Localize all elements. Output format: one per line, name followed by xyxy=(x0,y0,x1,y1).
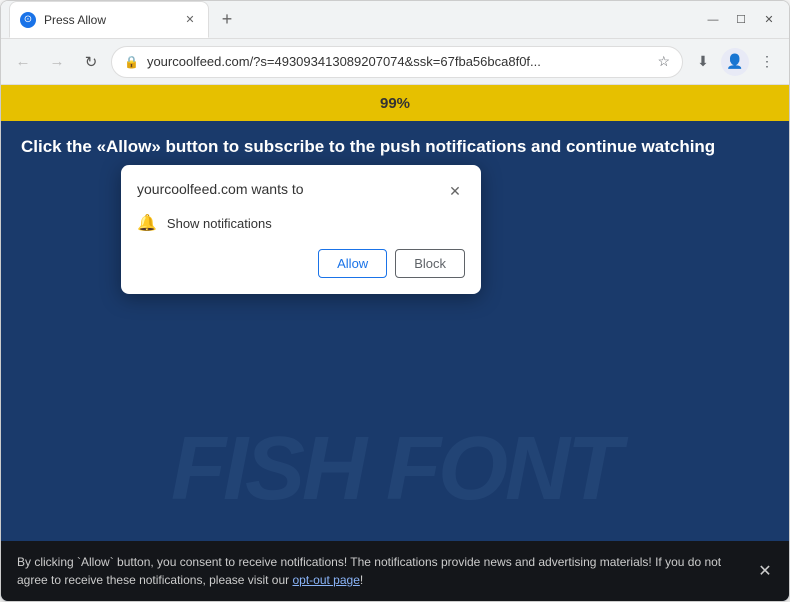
refresh-button[interactable]: ↻ xyxy=(77,48,105,76)
title-bar: ⊙ Press Allow ✕ + — ☐ ✕ xyxy=(1,1,789,39)
watermark-text: FISH FONT xyxy=(171,418,619,521)
progress-text: 99% xyxy=(380,95,410,112)
notification-popup: yourcoolfeed.com wants to ✕ 🔔 Show notif… xyxy=(121,165,481,294)
tab-close-button[interactable]: ✕ xyxy=(182,12,198,28)
download-icon[interactable]: ⬇ xyxy=(689,48,717,76)
address-bar[interactable]: 🔒 yourcoolfeed.com/?s=493093413089207074… xyxy=(111,46,683,78)
block-button[interactable]: Block xyxy=(395,249,465,278)
new-tab-button[interactable]: + xyxy=(213,6,241,34)
opt-out-link[interactable]: opt-out page xyxy=(292,573,359,587)
consent-text-before-link: By clicking `Allow` button, you consent … xyxy=(17,555,721,587)
consent-text-after-link: ! xyxy=(360,573,363,587)
bell-icon: 🔔 xyxy=(137,213,157,233)
forward-button[interactable]: → xyxy=(43,48,71,76)
watermark-logo: FISH FONT xyxy=(1,418,789,521)
main-message-text: Click the «Allow» button to subscribe to… xyxy=(21,135,769,159)
progress-bar: 99% xyxy=(1,85,789,121)
browser-window: ⊙ Press Allow ✕ + — ☐ ✕ ← → ↻ 🔒 yourcool… xyxy=(0,0,790,602)
allow-button[interactable]: Allow xyxy=(318,249,387,278)
profile-icon: 👤 xyxy=(726,53,743,70)
consent-text: By clicking `Allow` button, you consent … xyxy=(17,553,749,589)
consent-close-button[interactable]: ✕ xyxy=(753,559,777,583)
consent-bar: By clicking `Allow` button, you consent … xyxy=(1,541,789,601)
minimize-button[interactable]: — xyxy=(701,8,725,32)
active-tab[interactable]: ⊙ Press Allow ✕ xyxy=(9,1,209,38)
bookmark-icon[interactable]: ☆ xyxy=(657,53,670,70)
tab-strip: ⊙ Press Allow ✕ + xyxy=(9,1,693,38)
lock-icon: 🔒 xyxy=(124,55,139,69)
navigation-bar: ← → ↻ 🔒 yourcoolfeed.com/?s=493093413089… xyxy=(1,39,789,85)
popup-close-button[interactable]: ✕ xyxy=(445,181,465,201)
popup-title: yourcoolfeed.com wants to xyxy=(137,181,304,197)
maximize-button[interactable]: ☐ xyxy=(729,8,753,32)
back-button[interactable]: ← xyxy=(9,48,37,76)
page-content: 99% Click the «Allow» button to subscrib… xyxy=(1,85,789,601)
close-button[interactable]: ✕ xyxy=(757,8,781,32)
popup-header: yourcoolfeed.com wants to ✕ xyxy=(137,181,465,201)
profile-button[interactable]: 👤 xyxy=(721,48,749,76)
menu-button[interactable]: ⋮ xyxy=(753,48,781,76)
window-controls: — ☐ ✕ xyxy=(701,8,781,32)
notification-permission-row: 🔔 Show notifications xyxy=(137,213,465,233)
tab-favicon: ⊙ xyxy=(20,12,36,28)
popup-buttons: Allow Block xyxy=(137,249,465,278)
address-text: yourcoolfeed.com/?s=493093413089207074&s… xyxy=(147,54,649,69)
nav-extras: ⬇ 👤 ⋮ xyxy=(689,48,781,76)
tab-title: Press Allow xyxy=(44,13,174,27)
notification-label: Show notifications xyxy=(167,216,272,231)
